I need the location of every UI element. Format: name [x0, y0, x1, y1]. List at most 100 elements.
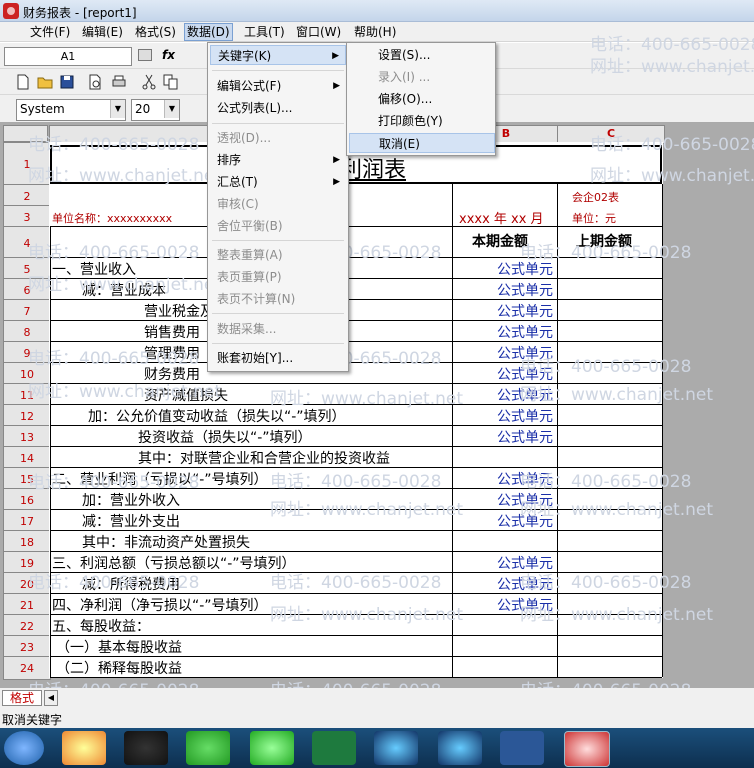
formula-cell[interactable]: 公式单元: [497, 490, 553, 510]
print-preview-icon[interactable]: [86, 73, 104, 91]
qq-icon[interactable]: [124, 731, 168, 765]
excel-icon[interactable]: [312, 731, 356, 765]
unit-name-label: 单位名称：xxxxxxxxxx: [52, 212, 173, 225]
report-item-label: 减：营业外支出: [82, 514, 180, 530]
grid-line: [557, 184, 558, 677]
grid-line: [50, 320, 662, 321]
grid-line: [50, 145, 52, 184]
data-menu-edit-formula[interactable]: 编辑公式(F) ▶: [210, 76, 346, 96]
formula-cell[interactable]: 公式单元: [497, 364, 553, 384]
grid-line: [662, 184, 663, 677]
submenu-arrow-icon: ▶: [332, 51, 339, 61]
form-number: 会企02表: [572, 191, 619, 204]
report-title: 利润表: [340, 158, 407, 183]
formula-cell[interactable]: 公式单元: [497, 280, 553, 300]
open-folder-icon[interactable]: [36, 73, 54, 91]
data-menu-account-init[interactable]: 账套初始[Y]...: [210, 348, 346, 368]
data-menu-pivot[interactable]: 透视(D)...: [210, 128, 346, 148]
data-menu-audit[interactable]: 审核(C): [210, 194, 346, 214]
report-item-label: 投资收益（损失以“-”填列）: [138, 430, 312, 446]
title-bar: 财务报表 - [report1]: [0, 0, 754, 22]
keyword-print-color[interactable]: 打印颜色(Y): [349, 111, 495, 131]
formula-cell[interactable]: 公式单元: [497, 427, 553, 447]
menu-separator: [212, 313, 344, 314]
menu-separator: [212, 123, 344, 124]
keyword-cancel[interactable]: 取消(E): [349, 133, 495, 153]
keyword-input[interactable]: 录入(I) ...: [349, 67, 495, 87]
keyword-offset[interactable]: 偏移(O)...: [349, 89, 495, 109]
menu-file[interactable]: 文件(F): [28, 24, 72, 40]
browser-icon-2[interactable]: [438, 731, 482, 765]
formula-cell[interactable]: 公式单元: [497, 595, 553, 615]
formula-cell[interactable]: 公式单元: [497, 553, 553, 573]
tab-scroll-left-icon[interactable]: ◀: [44, 690, 58, 706]
data-menu-keyword[interactable]: 关键字(K) ▶: [210, 45, 346, 65]
menu-help[interactable]: 帮助(H): [352, 24, 398, 40]
data-menu-no-calc-page[interactable]: 表页不计算(N): [210, 289, 346, 309]
current-period-header: 本期金额: [472, 234, 528, 250]
data-menu-summary[interactable]: 汇总(T) ▶: [210, 172, 346, 192]
menu-data[interactable]: 数据(D): [184, 23, 233, 41]
cut-icon[interactable]: [140, 73, 158, 91]
formula-cell[interactable]: 公式单元: [497, 511, 553, 531]
grid-corner[interactable]: [3, 125, 48, 142]
report-item-label: 资产减值损失: [144, 388, 228, 404]
app-pinwheel-icon[interactable]: [62, 731, 106, 765]
grid-line: [50, 226, 662, 227]
menu-separator: [212, 70, 344, 71]
grid-line: [452, 184, 453, 677]
finance-report-app-icon[interactable]: [564, 731, 610, 767]
report-date: xxxx 年 xx 月: [459, 212, 544, 227]
formula-cell[interactable]: 公式单元: [497, 385, 553, 405]
data-menu-sort[interactable]: 排序 ▶: [210, 150, 346, 170]
font-size-select[interactable]: 20 ▼: [131, 99, 180, 121]
report-item-label: 加：营业外收入: [82, 493, 180, 509]
menu-edit[interactable]: 编辑(E): [80, 24, 125, 40]
new-file-icon[interactable]: [14, 73, 32, 91]
formula-cell[interactable]: 公式单元: [497, 259, 553, 279]
cell-reference-box[interactable]: A1: [4, 47, 132, 66]
formula-cell[interactable]: 公式单元: [497, 301, 553, 321]
formula-cell[interactable]: 公式单元: [497, 406, 553, 426]
data-menu-summary-label: 汇总(T): [217, 175, 258, 189]
report-item-label: （一）基本每股收益: [56, 640, 182, 656]
menu-tools[interactable]: 工具(T): [242, 24, 287, 40]
keyword-set[interactable]: 设置(S)...: [349, 45, 495, 65]
grid-line: [50, 341, 662, 342]
menu-separator: [212, 240, 344, 241]
data-menu-recalc-page[interactable]: 表页重算(P): [210, 267, 346, 287]
start-button-icon[interactable]: [4, 731, 44, 765]
formula-cell[interactable]: 公式单元: [497, 469, 553, 489]
data-menu-sort-label: 排序: [217, 153, 242, 167]
font-family-value: System: [20, 102, 65, 116]
data-menu-rounding-balance[interactable]: 舍位平衡(B): [210, 216, 346, 236]
print-icon[interactable]: [110, 73, 128, 91]
data-menu: 关键字(K) ▶ 编辑公式(F) ▶ 公式列表(L)... 透视(D)... 排序 ▶…: [207, 42, 349, 372]
formula-cell[interactable]: 公式单元: [497, 322, 553, 342]
submenu-arrow-icon: ▶: [333, 177, 340, 187]
report-item-label: 管理费用: [144, 346, 200, 362]
formula-cell[interactable]: 公式单元: [497, 574, 553, 594]
sheet-tab-format[interactable]: 格式: [2, 690, 42, 706]
row-header[interactable]: 4: [3, 226, 51, 260]
refresh-app-icon[interactable]: [250, 731, 294, 765]
font-family-select[interactable]: System ▼: [16, 99, 126, 121]
data-menu-recalc-table[interactable]: 整表重算(A): [210, 245, 346, 265]
grid-line: [50, 257, 662, 258]
data-menu-data-collection[interactable]: 数据采集...: [210, 319, 346, 339]
row-header[interactable]: 24: [3, 656, 51, 680]
save-icon[interactable]: [58, 73, 76, 91]
browser-icon[interactable]: [374, 731, 418, 765]
function-list-icon[interactable]: [138, 49, 152, 61]
copy-icon[interactable]: [162, 73, 180, 91]
chevron-down-icon: ▼: [110, 100, 125, 118]
menu-window[interactable]: 窗口(W): [294, 24, 343, 40]
formula-cell[interactable]: 公式单元: [497, 343, 553, 363]
prior-period-header: 上期金额: [576, 234, 632, 250]
word-icon[interactable]: [500, 731, 544, 765]
wechat-icon[interactable]: [186, 731, 230, 765]
data-menu-formula-list[interactable]: 公式列表(L)...: [210, 98, 346, 118]
menu-format[interactable]: 格式(S): [133, 24, 178, 40]
row-header[interactable]: 1: [3, 142, 51, 187]
fx-icon[interactable]: fx: [162, 48, 175, 62]
